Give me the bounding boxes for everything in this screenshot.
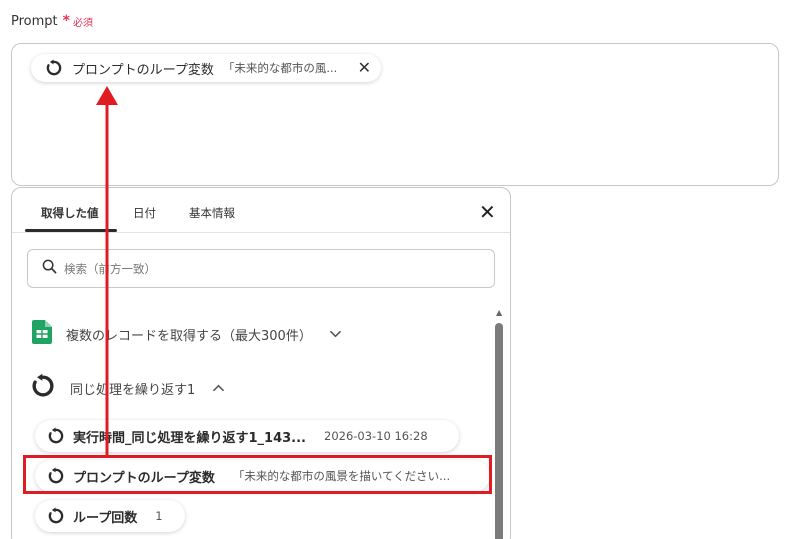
loop-icon <box>45 59 63 77</box>
chevron-up-icon[interactable] <box>213 382 225 395</box>
loop-icon <box>47 427 65 445</box>
active-tab-indicator <box>25 229 117 232</box>
close-icon[interactable]: ✕ <box>479 202 496 222</box>
group-label: 同じ処理を繰り返す1 <box>70 382 196 398</box>
search-input[interactable]: 検索（前方一致） <box>27 249 495 288</box>
group-label: 複数のレコードを取得する（最大300件） <box>66 328 312 344</box>
chip-label: ループ回数 <box>73 510 138 526</box>
required-asterisk: * <box>62 13 70 29</box>
prompt-variable-chip[interactable]: プロンプトのループ変数 「未来的な都市の風... ✕ <box>31 54 381 82</box>
tab-retrieved-values[interactable]: 取得した値 <box>41 205 99 221</box>
search-icon <box>42 259 57 278</box>
panel-tabs: 取得した値 日付 基本情報 <box>12 188 510 233</box>
tab-basic-info[interactable]: 基本情報 <box>189 205 235 221</box>
search-placeholder: 検索（前方一致） <box>64 261 156 276</box>
loop-icon <box>47 507 65 525</box>
spreadsheet-icon <box>32 320 52 348</box>
group-loop[interactable]: 同じ処理を繰り返す1 <box>30 373 225 403</box>
scrollbar-thumb[interactable] <box>495 323 503 539</box>
tab-date[interactable]: 日付 <box>133 205 156 221</box>
group-get-records[interactable]: 複数のレコードを取得する（最大300件） <box>32 320 341 348</box>
variable-chip-execution-time[interactable]: 実行時間_同じ処理を繰り返す1_143... 2026-03-10 16:28 <box>35 420 459 452</box>
chip-value: 「未来的な都市の風... <box>222 61 338 75</box>
remove-chip-icon[interactable]: ✕ <box>358 60 371 76</box>
prompt-label-text: Prompt <box>11 13 58 29</box>
chip-label: 実行時間_同じ処理を繰り返す1_143... <box>73 430 306 446</box>
chevron-down-icon[interactable] <box>329 328 341 341</box>
chip-label: プロンプトのループ変数 <box>72 62 214 78</box>
chip-value: 2026-03-10 16:28 <box>324 429 428 443</box>
loop-icon <box>30 373 56 403</box>
prompt-field-label: Prompt * 必須 <box>11 13 93 29</box>
chip-value: 1 <box>155 509 163 523</box>
scroll-up-arrow-icon[interactable]: ▲ <box>496 308 502 317</box>
highlight-annotation-box <box>23 455 492 494</box>
variable-chip-loop-count[interactable]: ループ回数 1 <box>35 500 185 532</box>
required-text: 必須 <box>72 17 93 29</box>
